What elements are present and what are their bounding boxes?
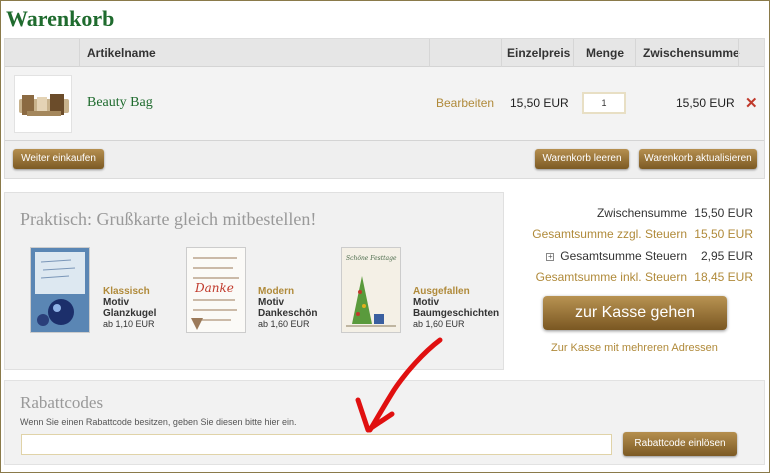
cart-table-header: Artikelname Einzelpreis Menge Zwischensu… [5, 39, 764, 67]
card-modern-type: Modern [258, 286, 295, 297]
header-unit-price: Einzelpreis [507, 46, 571, 60]
coupon-description: Wenn Sie einen Rabattcode besitzen, gebe… [20, 417, 297, 427]
card-classic-motif: Motiv [103, 297, 130, 308]
product-name-link[interactable]: Beauty Bag [87, 95, 153, 111]
update-cart-button[interactable]: Warenkorb aktualisieren [639, 149, 757, 169]
header-subtotal: Zwischensumme [643, 46, 740, 60]
subtotal-label: Zwischensumme [596, 206, 687, 220]
card-modern-motif: Motiv [258, 297, 285, 308]
card-classic-price: ab 1,10 EUR [103, 319, 155, 329]
checkout-button[interactable]: zur Kasse gehen [543, 296, 727, 330]
card-fancy-type: Ausgefallen [413, 286, 470, 297]
total-excl-tax-label: Gesamtsumme zzgl. Steuern [532, 227, 687, 241]
redeem-coupon-button[interactable]: Rabattcode einlösen [623, 432, 737, 456]
tax-label: Gesamtsumme Steuern [560, 249, 687, 263]
continue-shopping-button[interactable]: Weiter einkaufen [13, 149, 104, 169]
multi-address-checkout-link[interactable]: Zur Kasse mit mehreren Adressen [551, 342, 718, 354]
card-classic-text[interactable]: Klassisch Motiv Glanzkugel ab 1,10 EUR [103, 286, 156, 330]
annotation-arrow-icon [355, 337, 443, 433]
card-classic-type: Klassisch [103, 286, 150, 297]
card-fancy-text[interactable]: Ausgefallen Motiv Baumgeschichten ab 1,6… [413, 286, 499, 330]
totals-panel: Zwischensumme 15,50 EUR Gesamtsumme zzgl… [511, 192, 765, 370]
card-modern-motif-name: Dankeschön [258, 308, 318, 319]
total-incl-tax-value: 18,45 EUR [694, 270, 753, 284]
card-classic-motif-name: Glanzkugel [103, 308, 157, 319]
unit-price: 15,50 EUR [510, 96, 569, 110]
cart-table: Artikelname Einzelpreis Menge Zwischensu… [4, 38, 765, 179]
edit-item-link[interactable]: Bearbeiten [436, 96, 494, 110]
empty-cart-button[interactable]: Warenkorb leeren [535, 149, 629, 169]
card-fancy-price: ab 1,60 EUR [413, 319, 465, 329]
product-thumbnail[interactable] [14, 75, 72, 133]
card-modern-price: ab 1,60 EUR [258, 319, 310, 329]
card-modern-word: Danke [194, 281, 234, 295]
quantity-input[interactable]: 1 [582, 92, 626, 114]
card-fancy-header: Schöne Festtage [346, 255, 397, 262]
header-article-name: Artikelname [87, 46, 156, 60]
tax-toggle[interactable]: + Gesamtsumme Steuern [546, 249, 687, 263]
card-fancy-image[interactable]: Schöne Festtage [341, 247, 401, 333]
coupon-title: Rabattcodes [20, 393, 104, 412]
coupon-code-input[interactable] [21, 434, 612, 455]
card-modern-text[interactable]: Modern Motiv Dankeschön ab 1,60 EUR [258, 286, 317, 330]
header-quantity: Menge [586, 46, 625, 60]
card-fancy-motif-name: Baumgeschichten [413, 308, 500, 319]
row-subtotal: 15,50 EUR [676, 96, 735, 110]
card-modern-image[interactable]: Danke [186, 247, 246, 333]
cart-row: Beauty Bag Bearbeiten 15,50 EUR 1 15,50 … [5, 67, 764, 141]
card-classic-image[interactable] [30, 247, 90, 333]
subtotal-value: 15,50 EUR [694, 206, 753, 220]
expand-plus-icon[interactable]: + [546, 253, 555, 261]
card-fancy-motif: Motiv [413, 297, 440, 308]
promo-title: Praktisch: Grußkarte gleich mitbestellen… [20, 209, 317, 229]
close-x-icon[interactable]: ✕ [745, 94, 758, 112]
total-incl-tax-label: Gesamtsumme inkl. Steuern [535, 270, 687, 284]
total-excl-tax-value: 15,50 EUR [694, 227, 753, 241]
tax-value: 2,95 EUR [700, 249, 753, 263]
page-title: Warenkorb [6, 6, 115, 31]
